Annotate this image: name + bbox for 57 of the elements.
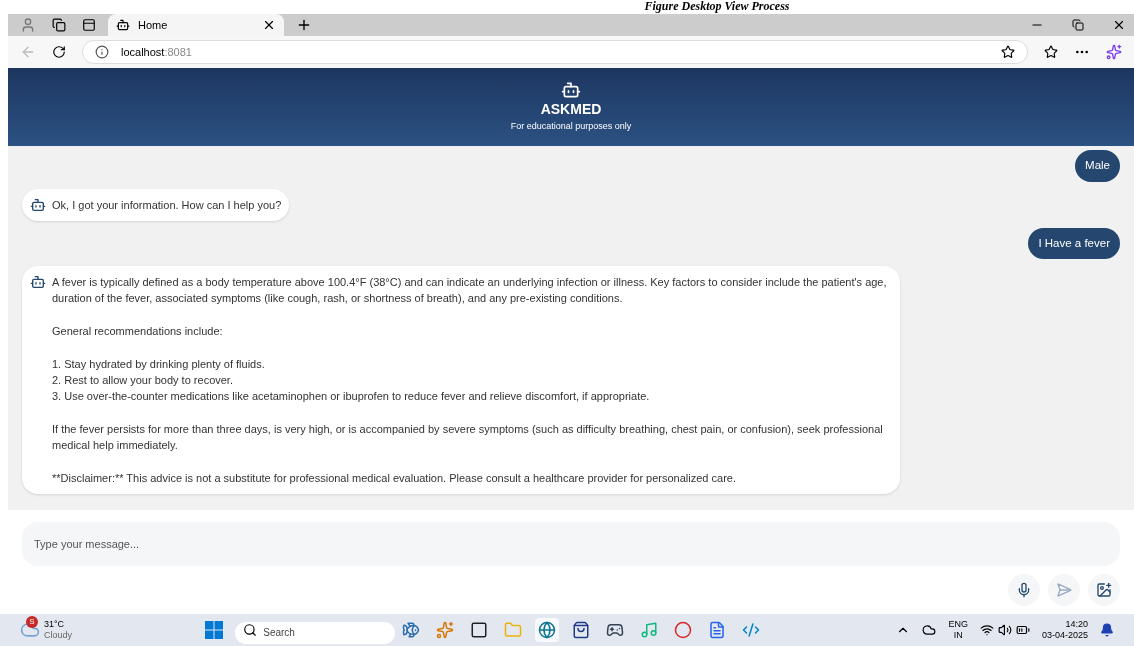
profile-icon[interactable] xyxy=(20,17,36,33)
tab-title: Home xyxy=(138,17,169,33)
robot-icon xyxy=(30,196,46,213)
microphone-icon xyxy=(1016,582,1032,598)
microphone-button[interactable] xyxy=(1008,574,1040,606)
temperature: 31°C xyxy=(44,619,66,630)
message-input[interactable]: Type your message... xyxy=(22,522,1120,566)
start-icon[interactable] xyxy=(205,621,224,639)
close-tab-icon[interactable] xyxy=(262,18,276,32)
sparkle-icon[interactable] xyxy=(436,621,455,639)
app-subtitle: For educational purposes only xyxy=(510,120,632,134)
workspaces-icon[interactable] xyxy=(52,18,66,32)
reload-icon[interactable] xyxy=(52,45,66,59)
browser-tab[interactable]: Home xyxy=(108,14,284,36)
search-field[interactable]: Search xyxy=(235,621,396,644)
tab-actions-icon[interactable] xyxy=(82,18,96,32)
restore-icon[interactable] xyxy=(1072,19,1084,31)
robot-icon xyxy=(30,274,46,291)
wifi-icon[interactable] xyxy=(979,623,994,637)
language: ENG xyxy=(948,619,968,630)
user-message: Male xyxy=(1075,150,1120,182)
robot-icon xyxy=(561,80,581,101)
fish-icon[interactable] xyxy=(402,621,421,639)
clock-date: 03-04-2025 xyxy=(1041,630,1088,641)
gamepad-icon[interactable] xyxy=(606,621,625,639)
bell-icon[interactable] xyxy=(1100,623,1114,637)
circle-icon[interactable] xyxy=(674,621,693,639)
window-icon[interactable] xyxy=(470,621,489,639)
user-message: I Have a fever xyxy=(1028,227,1120,260)
url-text: localhost:8081 xyxy=(121,44,193,60)
bot-message: Ok, I got your information. How can I help you? xyxy=(22,188,290,221)
bag-icon[interactable] xyxy=(572,621,591,639)
favorite-star-icon[interactable] xyxy=(1001,45,1015,59)
address-bar[interactable]: localhost:8081 xyxy=(82,40,1028,64)
close-icon[interactable] xyxy=(1112,18,1126,32)
cloud-icon[interactable] xyxy=(922,623,937,637)
search-icon xyxy=(243,623,258,637)
bot-message: A fever is typically defined as a body temperature above 100.4°F (38°C) and can indicate an underlying infection or illness. Key factors to consider include the patient's age, duration of the fever, associated symptoms (like cough, rash, or shortness of breath), and any pre-existing conditions. General recommendations include: 1. Stay hydrated by drinking plenty of fluids. 2. Rest to allow your body to recover. 3. Use over-the-counter medications like acetaminophen or ibuprofen to reduce fever and relieve discomfort, if appropriate. If the fever persists for more than three days, is very high, or is accompanied by severe symptoms (such as difficulty breathing, chest pain, or confusion), seek professional medical help immediately. **Disclaimer:** This advice is not a substitute for professional medical evaluation. Please consult a healthcare provider for personalized care. xyxy=(22,266,900,494)
document-icon[interactable] xyxy=(708,621,727,639)
app-title: ASKMED xyxy=(540,100,602,119)
add-image-button[interactable] xyxy=(1088,574,1120,606)
figure-caption: Figure Desktop View Process xyxy=(644,0,790,13)
sparkle-icon[interactable] xyxy=(1106,44,1122,60)
image-plus-icon xyxy=(1096,582,1112,598)
new-tab-icon[interactable] xyxy=(296,17,312,33)
globe-icon[interactable] xyxy=(538,621,557,639)
notification-badge: S xyxy=(26,616,38,628)
clock-time: 14:20 xyxy=(1065,619,1088,630)
weather-condition: Cloudy xyxy=(44,630,72,641)
favorites-icon[interactable] xyxy=(1044,45,1058,59)
send-icon xyxy=(1056,582,1072,598)
code-icon[interactable] xyxy=(742,621,761,639)
volume-icon[interactable] xyxy=(997,623,1012,637)
region: IN xyxy=(953,630,963,641)
battery-icon[interactable] xyxy=(1015,623,1030,637)
info-icon xyxy=(95,45,109,59)
favicon-icon xyxy=(116,18,130,32)
